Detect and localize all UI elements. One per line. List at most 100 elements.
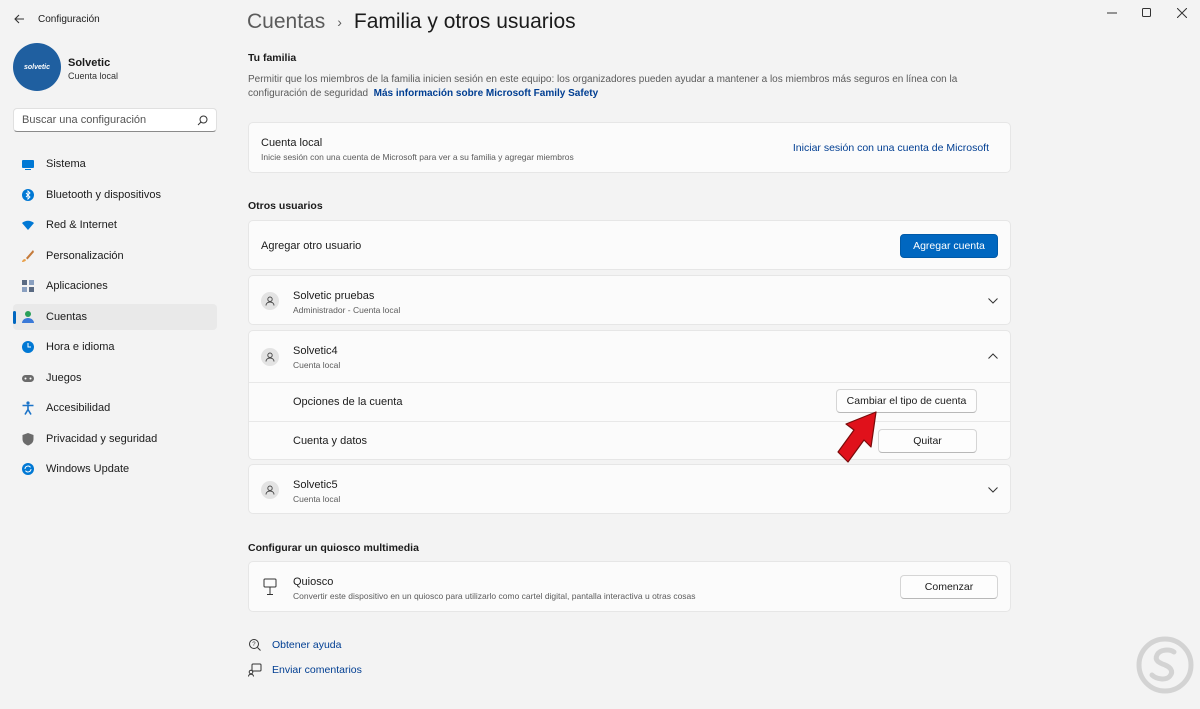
sidebar-item-label: Red & Internet xyxy=(46,219,117,231)
local-account-title: Cuenta local xyxy=(261,137,323,149)
minimize-icon xyxy=(1107,12,1117,14)
send-feedback-link[interactable]: Enviar comentarios xyxy=(248,663,362,677)
person-icon xyxy=(265,485,275,495)
sidebar-item-accesibilidad[interactable]: Accesibilidad xyxy=(13,395,217,421)
apps-icon xyxy=(21,279,35,293)
back-arrow-icon xyxy=(13,14,24,24)
update-icon xyxy=(21,462,35,476)
sidebar-item-personalización[interactable]: Personalización xyxy=(13,243,217,269)
start-kiosk-button[interactable]: Comenzar xyxy=(900,575,998,599)
user-icon-wrap xyxy=(261,348,279,366)
sidebar-item-label: Accesibilidad xyxy=(46,402,111,414)
user-name: Solvetic4 xyxy=(293,345,338,357)
sidebar-item-label: Windows Update xyxy=(46,463,130,475)
accessibility-icon xyxy=(21,401,35,415)
sidebar-item-aplicaciones[interactable]: Aplicaciones xyxy=(13,273,217,299)
breadcrumb-separator: › xyxy=(337,14,342,30)
wifi-icon xyxy=(21,218,35,232)
sidebar-item-bluetooth-y-dispositivos[interactable]: Bluetooth y dispositivos xyxy=(13,182,217,208)
sidebar-item-juegos[interactable]: Juegos xyxy=(13,365,217,391)
divider xyxy=(249,421,1010,422)
sidebar-item-windows-update[interactable]: Windows Update xyxy=(13,456,217,482)
account-options-label: Opciones de la cuenta xyxy=(293,396,403,408)
minimize-button[interactable] xyxy=(1098,4,1126,22)
user-icon-wrap xyxy=(261,292,279,310)
sidebar-item-privacidad-y-seguridad[interactable]: Privacidad y seguridad xyxy=(13,426,217,452)
add-user-card: Agregar otro usuario Agregar cuenta xyxy=(248,220,1011,270)
maximize-icon xyxy=(1142,8,1151,17)
user-row-solvetic4-expanded: Solvetic4 Cuenta local Opciones de la cu… xyxy=(248,330,1011,460)
feedback-icon xyxy=(248,663,262,677)
close-button[interactable] xyxy=(1168,4,1196,22)
local-account-card: Cuenta local Inicie sesión con una cuent… xyxy=(248,122,1011,173)
sidebar-item-label: Hora e idioma xyxy=(46,341,115,353)
breadcrumb-parent[interactable]: Cuentas xyxy=(247,10,325,34)
sidebar-item-label: Aplicaciones xyxy=(46,280,108,292)
gamepad-icon xyxy=(21,371,35,385)
help-icon: ? xyxy=(249,639,261,651)
sidebar-item-sistema[interactable]: Sistema xyxy=(13,151,217,177)
search-icon xyxy=(197,115,208,125)
local-account-subtitle: Inicie sesión con una cuenta de Microsof… xyxy=(261,152,574,162)
person-icon xyxy=(265,352,275,362)
user-name: Solvetic5 xyxy=(293,479,338,491)
get-help-link[interactable]: ? Obtener ayuda xyxy=(248,638,341,652)
chevron-down-icon[interactable] xyxy=(986,483,1000,497)
user-type: Cuenta local xyxy=(293,360,341,370)
user-name: Solvetic pruebas xyxy=(293,290,375,302)
family-description-text: Permitir que los miembros de la familia … xyxy=(248,74,958,99)
sidebar-item-label: Cuentas xyxy=(46,310,87,323)
active-indicator xyxy=(13,310,16,324)
globe-clock-icon xyxy=(21,340,35,354)
avatar[interactable]: solvetic xyxy=(13,43,61,91)
sidebar-item-label: Sistema xyxy=(46,158,86,170)
kiosk-section-title: Configurar un quiosco multimedia xyxy=(248,542,419,554)
window-title: Configuración xyxy=(38,14,100,25)
account-icon xyxy=(21,310,35,324)
remove-button[interactable]: Quitar xyxy=(878,429,977,453)
close-icon xyxy=(1177,8,1187,18)
sidebar-item-label: Privacidad y seguridad xyxy=(46,432,158,445)
kiosk-title: Quiosco xyxy=(293,576,334,588)
add-user-label: Agregar otro usuario xyxy=(261,240,362,252)
send-feedback-label: Enviar comentarios xyxy=(272,664,362,676)
brush-icon xyxy=(21,249,35,263)
breadcrumb: Cuentas › Familia y otros usuarios xyxy=(247,10,576,34)
page-title: Familia y otros usuarios xyxy=(353,10,576,33)
sidebar-item-hora-e-idioma[interactable]: Hora e idioma xyxy=(13,334,217,360)
user-type: Cuenta local xyxy=(293,494,341,504)
kiosk-subtitle: Convertir este dispositivo en un quiosco… xyxy=(293,591,696,601)
other-users-section-title: Otros usuarios xyxy=(248,200,323,212)
user-row-solvetic5[interactable]: Solvetic5 Cuenta local xyxy=(248,464,1011,514)
sidebar-item-red-internet[interactable]: Red & Internet xyxy=(13,212,217,238)
shield-icon xyxy=(21,432,35,446)
account-data-label: Cuenta y datos xyxy=(293,435,367,447)
family-description: Permitir que los miembros de la familia … xyxy=(248,73,1008,101)
sidebar-item-cuentas[interactable]: Cuentas xyxy=(13,303,217,330)
divider xyxy=(249,382,1010,383)
kiosk-card: Quiosco Convertir este dispositivo en un… xyxy=(248,561,1011,612)
add-account-button[interactable]: Agregar cuenta xyxy=(900,234,998,258)
maximize-button[interactable] xyxy=(1133,4,1161,22)
sidebar-item-label: Bluetooth y dispositivos xyxy=(46,188,161,201)
bluetooth-icon xyxy=(21,188,35,202)
search-box[interactable] xyxy=(13,108,217,132)
search-input[interactable] xyxy=(22,114,197,126)
user-name: Solvetic xyxy=(68,57,111,69)
microsoft-signin-link[interactable]: Iniciar sesión con una cuenta de Microso… xyxy=(793,142,989,154)
user-account-type: Cuenta local xyxy=(68,71,119,81)
family-safety-link[interactable]: Más información sobre Microsoft Family S… xyxy=(374,88,599,99)
get-help-label: Obtener ayuda xyxy=(272,639,342,651)
person-icon xyxy=(265,296,275,306)
chevron-down-icon[interactable] xyxy=(986,294,1000,308)
svg-text:?: ? xyxy=(252,642,256,648)
back-button[interactable] xyxy=(8,10,30,28)
annotation-arrow-icon xyxy=(836,410,880,467)
sidebar-item-label: Personalización xyxy=(46,249,124,262)
sidebar-item-label: Juegos xyxy=(46,371,82,384)
chevron-up-icon[interactable] xyxy=(986,349,1000,363)
user-type: Administrador - Cuenta local xyxy=(293,305,401,315)
user-icon-wrap xyxy=(261,481,279,499)
user-row-solvetic-pruebas[interactable]: Solvetic pruebas Administrador - Cuenta … xyxy=(248,275,1011,325)
family-section-title: Tu familia xyxy=(248,52,297,64)
